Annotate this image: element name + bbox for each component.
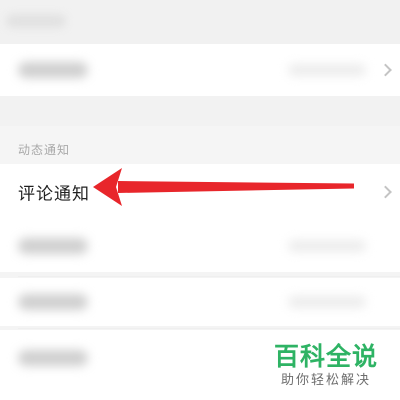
settings-row-blurred-3[interactable] bbox=[0, 278, 400, 326]
section-gap bbox=[0, 96, 400, 126]
watermark-title: 百科全说 bbox=[273, 342, 378, 371]
row-divider bbox=[18, 276, 400, 277]
blurred-value bbox=[288, 296, 366, 308]
blurred-content bbox=[6, 14, 66, 28]
watermark-logo: 百科全说 助你轻松解决 bbox=[264, 342, 388, 390]
chevron-right-icon bbox=[379, 63, 392, 77]
blurred-label bbox=[18, 294, 88, 310]
section-title: 动态通知 bbox=[18, 143, 71, 157]
row-divider bbox=[18, 328, 400, 329]
notification-settings-screen: 动态通知 评论通知 百科全说 助你轻松解决 bbox=[0, 0, 400, 400]
top-blurred-strip bbox=[0, 0, 400, 44]
chevron-right-icon bbox=[379, 185, 392, 199]
blurred-label bbox=[18, 350, 88, 366]
blurred-label bbox=[18, 238, 88, 254]
comment-notifications-label: 评论通知 bbox=[18, 184, 90, 205]
section-header-dynamic-notifications: 动态通知 bbox=[0, 126, 400, 164]
blurred-value bbox=[288, 240, 366, 252]
settings-row-blurred-2[interactable] bbox=[0, 220, 400, 272]
blurred-value bbox=[288, 64, 366, 76]
blurred-label bbox=[18, 62, 88, 78]
watermark-subtitle: 助你轻松解决 bbox=[280, 373, 371, 388]
settings-row-comment-notifications[interactable]: 评论通知 bbox=[0, 164, 400, 220]
settings-row-blurred-1[interactable] bbox=[0, 44, 400, 96]
